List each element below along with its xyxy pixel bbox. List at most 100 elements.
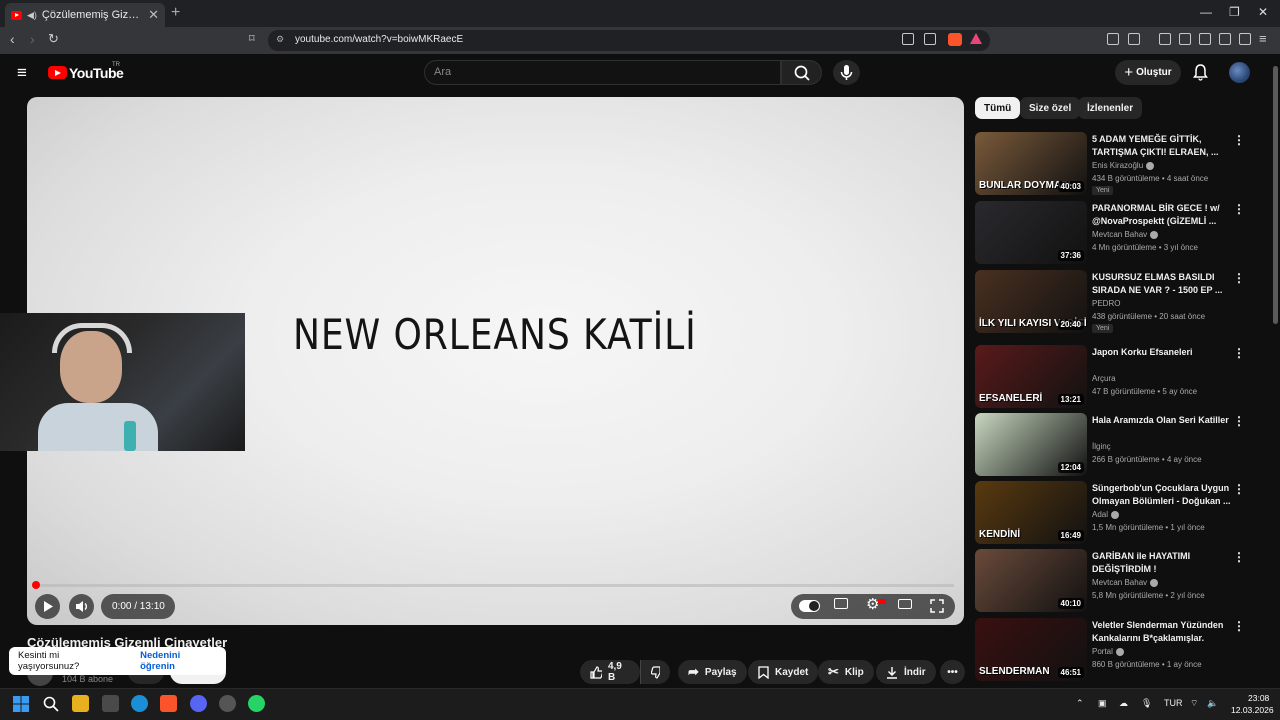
recommendation-title[interactable]: Veletler Slenderman Yüzünden Kankalarını… (1092, 619, 1232, 645)
recommendation-channel[interactable]: Arçura (1092, 374, 1116, 383)
notifications-bell-icon[interactable] (1192, 63, 1209, 81)
recommendation-title[interactable]: KUSURSUZ ELMAS BASILDI SIRADA NE VAR ? -… (1092, 271, 1232, 297)
tray-mic-icon[interactable]: 🎙 (1141, 698, 1152, 709)
app-icon[interactable] (219, 695, 236, 712)
clock-date[interactable]: 12.03.2026 (1231, 705, 1274, 715)
clip-button[interactable]: ✂ Klip (818, 660, 874, 684)
hamburger-menu-icon[interactable]: ≡ (17, 63, 27, 83)
recommendation-thumbnail[interactable]: SLENDERMAN 46:51 (975, 618, 1087, 681)
recommendation-channel[interactable]: Enis Kirazoğlu (1092, 161, 1155, 170)
avatar[interactable] (1229, 62, 1250, 83)
more-vert-icon[interactable]: ⋮ (1233, 272, 1245, 284)
recommendation-item[interactable]: 12:04 Hala Aramızda Olan Seri Katiller İlg… (975, 413, 1255, 477)
chip-all[interactable]: Tümü (975, 97, 1021, 119)
speaker-icon[interactable]: 🔈 (1207, 698, 1218, 709)
minimize-window-icon[interactable]: — (1200, 5, 1212, 19)
recommendation-thumbnail[interactable]: BUNLAR DOYMAZ! 40:03 (975, 132, 1087, 195)
recommendation-channel[interactable]: Adal (1092, 510, 1120, 519)
like-button[interactable]: 4,9 B (580, 660, 640, 684)
progress-bar[interactable] (36, 584, 954, 587)
maximize-window-icon[interactable]: ❐ (1229, 5, 1240, 19)
screenshot-icon[interactable] (1128, 33, 1140, 45)
browser-menu-icon[interactable]: ≡ (1259, 31, 1267, 46)
cast-icon[interactable] (902, 33, 914, 45)
chip-for-you[interactable]: Size özel (1020, 97, 1081, 119)
brave-shields-icon[interactable] (948, 33, 962, 46)
recommendation-channel[interactable]: İlginç (1092, 442, 1111, 451)
voice-search-button[interactable] (833, 60, 860, 85)
download-button[interactable]: İndir (876, 660, 936, 684)
recommendation-channel[interactable]: Mevtcan Bahav (1092, 578, 1159, 587)
recommendation-title[interactable]: Hala Aramızda Olan Seri Katiller (1092, 414, 1232, 427)
taskbar-search-icon[interactable] (43, 696, 59, 712)
recommendation-item[interactable]: 37:36 PARANORMAL BİR GECE ! w/ @NovaProsp… (975, 201, 1255, 265)
audio-playing-icon[interactable]: ◀) (27, 10, 37, 21)
recommendation-thumbnail[interactable]: İLK YILI KAYISI VADİSİ 20:40 (975, 270, 1087, 333)
recommendation-thumbnail[interactable]: KENDİNİ 16:49 (975, 481, 1087, 544)
recommendation-item[interactable]: SLENDERMAN 46:51 Veletler Slenderman Yüzün… (975, 618, 1255, 682)
reload-icon[interactable]: ↻ (48, 31, 59, 47)
page-scroll-thumb[interactable] (1273, 66, 1278, 324)
subtitles-icon[interactable] (834, 598, 848, 609)
settings-gear-icon[interactable]: ⚙ (866, 595, 879, 613)
youtube-logo-icon[interactable] (48, 66, 67, 79)
search-input[interactable] (424, 60, 781, 85)
discord-icon[interactable] (190, 695, 207, 712)
recommendation-item[interactable]: BUNLAR DOYMAZ! 40:03 5 ADAM YEMEĞE GİTTİK,… (975, 132, 1255, 196)
play-button[interactable] (35, 594, 60, 619)
more-vert-icon[interactable]: ⋮ (1233, 347, 1245, 359)
more-vert-icon[interactable]: ⋮ (1233, 483, 1245, 495)
more-actions-button[interactable]: ••• (940, 660, 965, 684)
progress-scrubber[interactable] (32, 581, 40, 589)
autoplay-toggle[interactable] (799, 600, 820, 612)
search-button[interactable] (781, 60, 822, 85)
forward-icon[interactable]: › (30, 31, 35, 47)
microsoft-store-icon[interactable] (102, 695, 119, 712)
create-button[interactable]: + Oluştur (1115, 60, 1181, 85)
dislike-button[interactable] (640, 660, 670, 684)
recommendation-thumbnail[interactable]: 12:04 (975, 413, 1087, 476)
recommendation-thumbnail[interactable]: 37:36 (975, 201, 1087, 264)
edge-browser-icon[interactable] (131, 695, 148, 712)
tray-app-icon[interactable]: ▣ (1098, 698, 1107, 709)
sidebar-icon[interactable] (1179, 33, 1191, 45)
recommendation-item[interactable]: KENDİNİ 16:49 Süngerbob'un Çocuklara Uygun… (975, 481, 1255, 545)
share-page-icon[interactable] (924, 33, 936, 45)
more-vert-icon[interactable]: ⋮ (1233, 620, 1245, 632)
vpn-icon[interactable] (1239, 33, 1251, 45)
more-vert-icon[interactable]: ⋮ (1233, 551, 1245, 563)
theater-mode-icon[interactable] (898, 599, 912, 609)
mute-button[interactable] (69, 594, 94, 619)
more-vert-icon[interactable]: ⋮ (1233, 415, 1245, 427)
tray-cloud-icon[interactable]: ☁ (1119, 698, 1128, 709)
more-vert-icon[interactable]: ⋮ (1233, 134, 1245, 146)
more-vert-icon[interactable]: ⋮ (1233, 203, 1245, 215)
toast-learn-more-link[interactable]: Nedenini öğrenin (140, 650, 217, 672)
recommendation-title[interactable]: PARANORMAL BİR GECE ! w/ @NovaProspektt … (1092, 202, 1232, 228)
recommendation-channel[interactable]: PEDRO (1092, 299, 1120, 308)
recommendation-title[interactable]: Süngerbob'un Çocuklara Uygun Olmayan Böl… (1092, 482, 1232, 508)
site-info-icon[interactable]: ⚙ (276, 34, 284, 45)
tab-close-icon[interactable]: ✕ (148, 7, 159, 23)
leo-ai-icon[interactable] (1219, 33, 1231, 45)
tray-expand-icon[interactable]: ⌃ (1076, 698, 1084, 709)
browser-tab[interactable]: ◀) Çözülememiş Gizemli Cinayetler ✕ (5, 3, 165, 27)
recommendation-thumbnail[interactable]: 40:10 (975, 549, 1087, 612)
brave-rewards-icon[interactable] (970, 33, 982, 44)
chip-watched[interactable]: İzlenenler (1078, 97, 1143, 119)
wifi-icon[interactable]: ⌔ (1190, 698, 1198, 709)
close-window-icon[interactable]: ✕ (1258, 5, 1268, 19)
recommendation-title[interactable]: Japon Korku Efsaneleri (1092, 346, 1232, 359)
save-button[interactable]: Kaydet (748, 660, 819, 684)
recommendation-title[interactable]: 5 ADAM YEMEĞE GİTTİK, TARTIŞMA ÇIKTI! EL… (1092, 133, 1232, 159)
fullscreen-icon[interactable] (930, 599, 944, 613)
share-button[interactable]: ➦ Paylaş (678, 660, 747, 684)
back-icon[interactable]: ‹ (10, 31, 15, 47)
recommendation-title[interactable]: GARİBAN ile HAYATIMI DEĞİŞTİRDİM ! (1092, 550, 1232, 576)
new-tab-button[interactable]: + (171, 4, 180, 22)
brave-browser-icon[interactable] (160, 695, 177, 712)
whatsapp-icon[interactable] (248, 695, 265, 712)
recommendation-item[interactable]: İLK YILI KAYISI VADİSİ 20:40 KUSURSUZ ELMA… (975, 270, 1255, 334)
wallet-icon[interactable] (1199, 33, 1211, 45)
clock-time[interactable]: 23:08 (1248, 693, 1269, 703)
